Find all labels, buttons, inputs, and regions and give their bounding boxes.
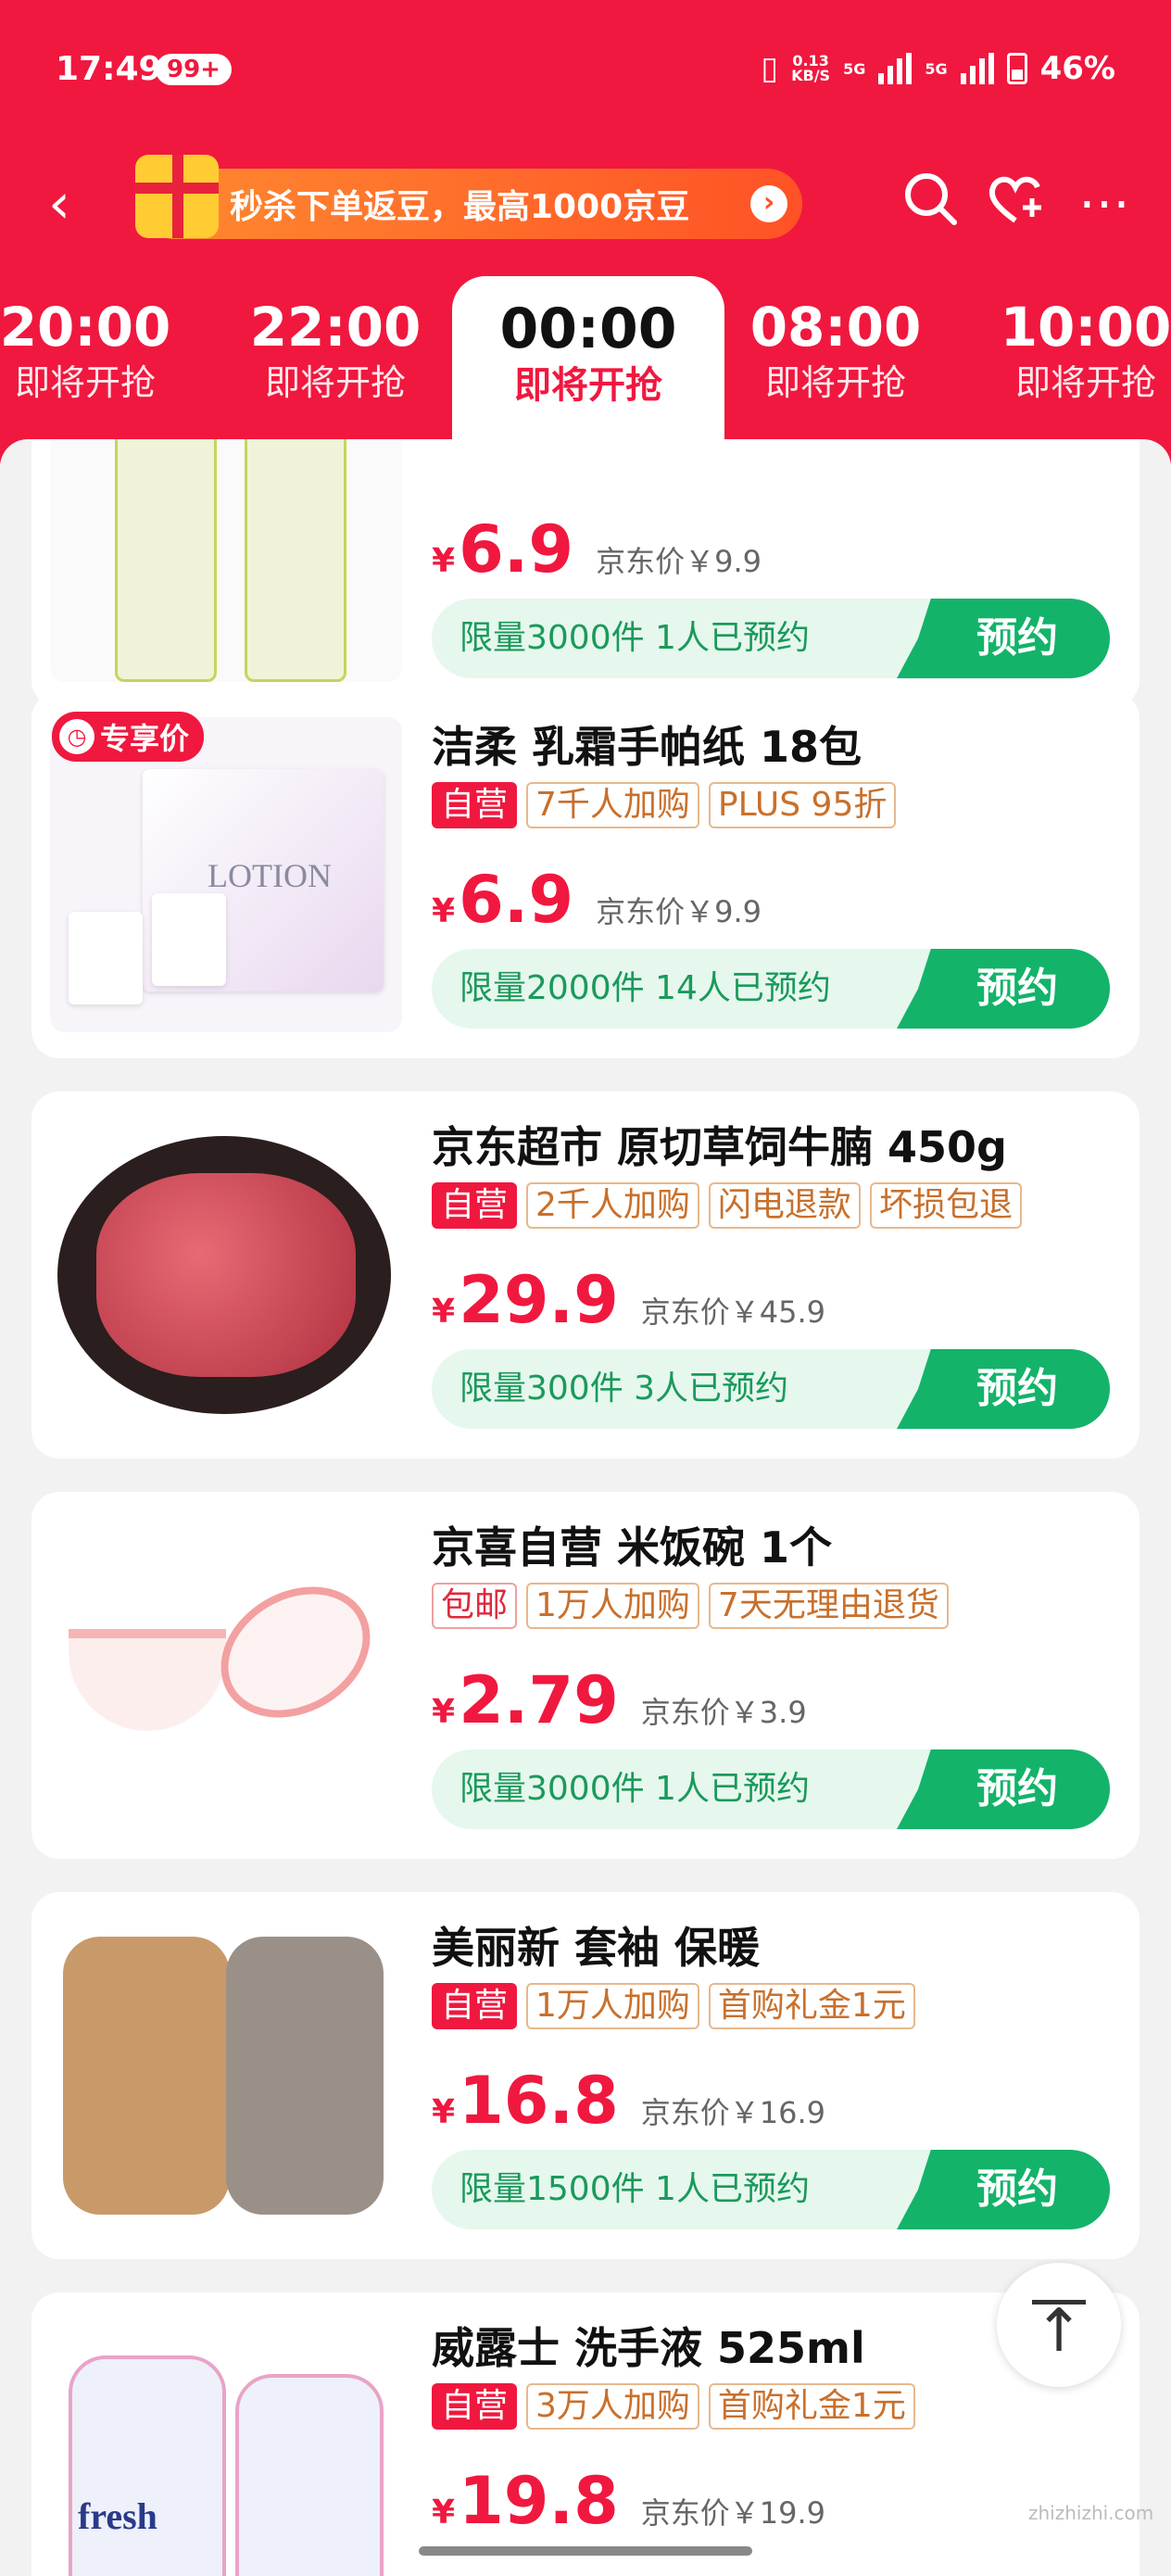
back-to-top-button[interactable]: ↑ xyxy=(997,2263,1121,2387)
product-card[interactable]: 京东超市 原切草饲牛腩 450g 自营 2千人加购 闪电退款 坏损包退 ¥29.… xyxy=(31,1092,1140,1458)
search-icon xyxy=(905,173,957,225)
sig1-label: 5G xyxy=(843,59,866,78)
notification-badge: 99+ xyxy=(156,54,232,85)
clock-icon: ◷ xyxy=(59,719,94,754)
tag: 自营 xyxy=(432,2383,518,2430)
reserve-button[interactable]: 预约 xyxy=(897,1349,1110,1429)
tag: 7天无理由退货 xyxy=(708,1583,949,1629)
tag: 首购礼金1元 xyxy=(708,2383,915,2430)
chevron-left-icon: ‹ xyxy=(48,171,70,236)
price: ¥6.9 京东价￥9.9 xyxy=(432,511,762,587)
tab-2200[interactable]: 22:00 即将开抢 xyxy=(243,295,428,406)
quota-bar: 限量3000件 1人已预约 预约 xyxy=(432,599,1110,678)
tag: 首购礼金1元 xyxy=(708,1983,915,2029)
tag-list: 自营 1万人加购 首购礼金1元 xyxy=(432,1983,915,2029)
more-icon: ⋯ xyxy=(1078,173,1130,234)
tag: 2千人加购 xyxy=(526,1182,699,1229)
tag: 闪电退款 xyxy=(708,1182,861,1229)
home-indicator[interactable] xyxy=(419,2546,752,2556)
product-image xyxy=(50,1918,402,2233)
tag-list: 自营 3万人加购 首购礼金1元 xyxy=(432,2383,915,2430)
reserve-button[interactable]: 预约 xyxy=(897,599,1110,678)
header: 17:49 99+ ▯ 0.13 KB/S 5G 5G 46% ‹ 秒杀下单返豆，… xyxy=(0,0,1171,471)
quota-bar: 限量2000件 14人已预约 预约 xyxy=(432,949,1110,1029)
signal-icon xyxy=(878,53,913,84)
battery-icon xyxy=(1006,53,1027,84)
chevron-right-icon: › xyxy=(750,185,787,222)
quota-bar: 限量3000件 1人已预约 预约 xyxy=(432,1749,1110,1829)
product-list: ¥6.9 京东价￥9.9 限量3000件 1人已预约 预约 LOTION ◷ 专享价 … xyxy=(0,439,1171,2576)
back-button[interactable]: ‹ xyxy=(48,176,85,232)
gift-icon xyxy=(135,155,219,238)
favorite-button[interactable] xyxy=(980,169,1051,239)
watermark: zhizhizhi.com xyxy=(1028,2502,1154,2524)
exclusive-price-badge: ◷ 专享价 xyxy=(52,712,205,762)
product-card[interactable]: fresh 威露士 洗手液 525ml 自营 3万人加购 首购礼金1元 ¥19.… xyxy=(31,2292,1140,2576)
tag: 包邮 xyxy=(432,1583,518,1629)
reserve-button[interactable]: 预约 xyxy=(897,949,1110,1029)
price: ¥29.9 京东价￥45.9 xyxy=(432,1262,826,1338)
tag-list: 自营 7千人加购 PLUS 95折 xyxy=(432,782,897,828)
more-button[interactable]: ⋯ xyxy=(1069,169,1140,239)
tag: PLUS 95折 xyxy=(708,782,897,828)
product-card[interactable]: LOTION ◷ 专享价 洁柔 乳霜手帕纸 18包 自营 7千人加购 PLUS 9… xyxy=(31,691,1140,1058)
product-title: 威露士 洗手液 525ml xyxy=(432,2323,865,2373)
vibrate-icon: ▯ xyxy=(761,50,779,87)
product-title: 美丽新 套袖 保暖 xyxy=(432,1923,761,1973)
product-image xyxy=(50,439,402,682)
tag: 1万人加购 xyxy=(526,1983,699,2029)
product-title: 京东超市 原切草饲牛腩 450g xyxy=(432,1122,1007,1172)
tag: 自营 xyxy=(432,1182,518,1229)
signal-icon-2 xyxy=(960,53,994,84)
status-time: 17:49 xyxy=(56,50,162,88)
product-image: fresh xyxy=(50,2318,402,2576)
tag: 自营 xyxy=(432,782,518,828)
tag: 坏损包退 xyxy=(869,1182,1022,1229)
reserve-button[interactable]: 预约 xyxy=(897,2150,1110,2229)
tag: 1万人加购 xyxy=(526,1583,699,1629)
product-card[interactable]: ¥6.9 京东价￥9.9 限量3000件 1人已预约 预约 xyxy=(31,439,1140,708)
tag: 3万人加购 xyxy=(526,2383,699,2430)
sig2-label: 5G xyxy=(925,59,948,78)
battery-level: 46% xyxy=(1039,50,1115,87)
reserve-button[interactable]: 预约 xyxy=(897,1749,1110,1829)
time-tabs: 20:00 即将开抢 22:00 即将开抢 00:00 即将开抢 08:00 即将开抢 … xyxy=(0,276,1171,471)
tab-1000[interactable]: 10:00 即将开抢 xyxy=(993,295,1171,406)
tag: 7千人加购 xyxy=(526,782,699,828)
tab-0800[interactable]: 08:00 即将开抢 xyxy=(743,295,928,406)
promo-text: 秒杀下单返豆，最高1000京豆 xyxy=(230,188,690,226)
product-image xyxy=(50,1518,402,1833)
status-bar: 17:49 99+ ▯ 0.13 KB/S 5G 5G 46% xyxy=(0,0,1171,139)
quota-bar: 限量1500件 1人已预约 预约 xyxy=(432,2150,1110,2229)
tag-list: 自营 2千人加购 闪电退款 坏损包退 xyxy=(432,1182,1022,1229)
heart-plus-icon xyxy=(988,176,1041,223)
net-speed: 0.13 KB/S xyxy=(791,52,831,84)
search-button[interactable] xyxy=(895,169,965,239)
product-image xyxy=(50,1118,402,1433)
tag: 自营 xyxy=(432,1983,518,2029)
price: ¥16.8 京东价￥16.9 xyxy=(432,2063,826,2139)
status-right: ▯ 0.13 KB/S 5G 5G 46% xyxy=(761,50,1115,87)
price: ¥6.9 京东价￥9.9 xyxy=(432,862,762,938)
product-image: LOTION xyxy=(50,717,402,1032)
product-title: 京喜自营 米饭碗 1个 xyxy=(432,1522,833,1572)
tag-list: 包邮 1万人加购 7天无理由退货 xyxy=(432,1583,949,1629)
product-card[interactable]: 美丽新 套袖 保暖 自营 1万人加购 首购礼金1元 ¥16.8 京东价￥16.9 … xyxy=(31,1892,1140,2259)
tab-2000[interactable]: 20:00 即将开抢 xyxy=(0,295,178,406)
price: ¥2.79 京东价￥3.9 xyxy=(432,1662,807,1738)
price: ¥19.8 京东价￥19.9 xyxy=(432,2463,826,2539)
promo-banner[interactable]: 秒杀下单返豆，最高1000京豆 › xyxy=(135,155,802,239)
quota-bar: 限量300件 3人已预约 预约 xyxy=(432,1349,1110,1429)
product-title: 洁柔 乳霜手帕纸 18包 xyxy=(432,722,863,772)
product-card[interactable]: 京喜自营 米饭碗 1个 包邮 1万人加购 7天无理由退货 ¥2.79 京东价￥3.… xyxy=(31,1492,1140,1859)
